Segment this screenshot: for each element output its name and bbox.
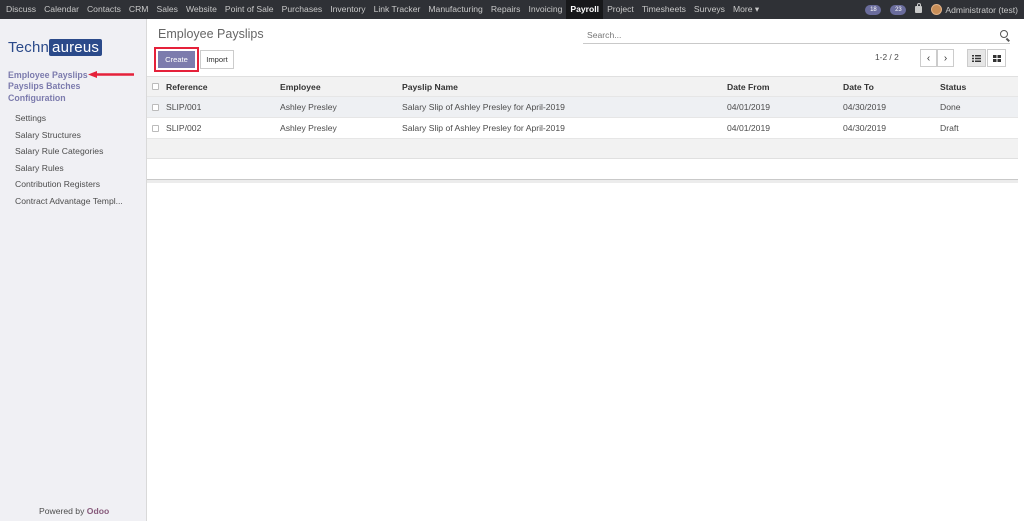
table-footer-shadow bbox=[147, 180, 1018, 183]
menu-item-timesheets[interactable]: Timesheets bbox=[638, 0, 690, 19]
row-select-cell bbox=[147, 103, 166, 111]
avatar bbox=[931, 4, 943, 15]
cell-reference: SLIP/002 bbox=[166, 123, 202, 133]
table-empty-row bbox=[147, 139, 1018, 159]
menu-item-payroll[interactable]: Payroll bbox=[566, 0, 604, 19]
cell-payslip-name: Salary Slip of Ashley Presley for April-… bbox=[402, 102, 565, 112]
column-header-reference[interactable]: Reference bbox=[166, 82, 280, 92]
cell-payslip-name: Salary Slip of Ashley Presley for April-… bbox=[402, 123, 565, 133]
pager-previous-button[interactable]: ‹ bbox=[920, 49, 937, 67]
menu-item-point-of-sale[interactable]: Point of Sale bbox=[221, 0, 278, 19]
sidebar-item-settings[interactable]: Settings bbox=[15, 110, 123, 127]
payslips-table: Reference Employee Payslip Name Date Fro… bbox=[147, 76, 1018, 183]
app-menu: Discuss Calendar Contacts CRM Sales Webs… bbox=[0, 0, 763, 19]
list-view-button[interactable] bbox=[967, 49, 986, 67]
chevron-right-icon: › bbox=[943, 52, 948, 64]
pager-value[interactable]: 1-2 / 2 bbox=[875, 52, 899, 62]
cell-employee: Ashley Presley bbox=[280, 123, 337, 133]
menu-item-surveys[interactable]: Surveys bbox=[690, 0, 729, 19]
powered-by: Powered by Odoo bbox=[39, 506, 109, 516]
select-all-checkbox[interactable] bbox=[152, 83, 159, 90]
pager-next-button[interactable]: › bbox=[937, 49, 954, 67]
sidebar-item-employee-payslips[interactable]: Employee Payslips bbox=[8, 70, 88, 81]
powered-by-text: Powered by bbox=[39, 506, 87, 516]
column-header-payslip-name[interactable]: Payslip Name bbox=[402, 82, 727, 92]
sidebar-item-contract-advantage-templates[interactable]: Contract Advantage Templ... bbox=[15, 193, 123, 210]
cell-status: Done bbox=[940, 102, 961, 112]
column-header-employee[interactable]: Employee bbox=[280, 82, 402, 92]
systray: 18 23 Administrator (test) bbox=[865, 0, 1018, 19]
menu-item-link-tracker[interactable]: Link Tracker bbox=[370, 0, 425, 19]
sidebar-item-salary-rule-categories[interactable]: Salary Rule Categories bbox=[15, 143, 123, 160]
cell-date-from: 04/01/2019 bbox=[727, 102, 771, 112]
menu-item-purchases[interactable]: Purchases bbox=[278, 0, 327, 19]
row-select-cell bbox=[147, 124, 166, 132]
sidebar-item-contribution-registers[interactable]: Contribution Registers bbox=[15, 176, 123, 193]
configuration-submenu: Settings Salary Structures Salary Rule C… bbox=[15, 110, 123, 210]
select-all-cell bbox=[147, 83, 166, 90]
menu-item-invoicing[interactable]: Invoicing bbox=[524, 0, 566, 19]
search-input[interactable] bbox=[583, 27, 963, 43]
chevron-left-icon: ‹ bbox=[926, 52, 931, 64]
sidebar-nav: Employee Payslips Payslips Batches Confi… bbox=[8, 70, 88, 104]
menu-item-repairs[interactable]: Repairs bbox=[487, 0, 525, 19]
menu-item-calendar[interactable]: Calendar bbox=[40, 0, 83, 19]
column-header-date-to[interactable]: Date To bbox=[843, 82, 940, 92]
row-checkbox[interactable] bbox=[152, 124, 159, 132]
kanban-icon bbox=[992, 54, 1001, 62]
menu-item-discuss[interactable]: Discuss bbox=[2, 0, 40, 19]
company-logo: Techn aureus bbox=[8, 37, 103, 57]
sidebar-item-salary-rules[interactable]: Salary Rules bbox=[15, 160, 123, 177]
cell-date-to: 04/30/2019 bbox=[843, 102, 887, 112]
page-title: Employee Payslips bbox=[158, 27, 264, 41]
table-empty-row bbox=[147, 159, 1018, 179]
cell-date-to: 04/30/2019 bbox=[843, 123, 887, 133]
table-header: Reference Employee Payslip Name Date Fro… bbox=[147, 76, 1018, 97]
sidebar-section-configuration[interactable]: Configuration bbox=[8, 92, 88, 104]
activities-badge[interactable]: 23 bbox=[890, 4, 907, 15]
cell-date-from: 04/01/2019 bbox=[727, 123, 771, 133]
lock-icon[interactable] bbox=[915, 3, 923, 13]
cell-status: Draft bbox=[940, 123, 959, 133]
search-icon[interactable] bbox=[1000, 30, 1008, 38]
sidebar: Techn aureus Employee Payslips Payslips B… bbox=[0, 19, 147, 521]
column-header-status[interactable]: Status bbox=[940, 82, 1018, 92]
menu-item-manufacturing[interactable]: Manufacturing bbox=[424, 0, 486, 19]
cell-employee: Ashley Presley bbox=[280, 102, 337, 112]
create-button[interactable]: Create bbox=[158, 51, 195, 68]
kanban-view-button[interactable] bbox=[987, 49, 1006, 67]
user-name: Administrator (test) bbox=[945, 4, 1018, 15]
search-bar bbox=[583, 27, 1010, 44]
annotation-arrow-icon bbox=[88, 71, 134, 78]
sidebar-item-salary-structures[interactable]: Salary Structures bbox=[15, 127, 123, 144]
menu-item-crm[interactable]: CRM bbox=[125, 0, 153, 19]
menu-item-contacts[interactable]: Contacts bbox=[83, 0, 125, 19]
menu-item-project[interactable]: Project bbox=[603, 0, 638, 19]
column-header-date-from[interactable]: Date From bbox=[727, 82, 843, 92]
import-button[interactable]: Import bbox=[200, 50, 234, 69]
list-icon bbox=[972, 54, 981, 62]
menu-item-inventory[interactable]: Inventory bbox=[326, 0, 369, 19]
table-row[interactable]: SLIP/001 Ashley Presley Salary Slip of A… bbox=[147, 97, 1018, 118]
user-menu[interactable]: Administrator (test) bbox=[931, 4, 1018, 15]
menu-item-sales[interactable]: Sales bbox=[152, 0, 182, 19]
logo-text-part1: Techn bbox=[8, 38, 50, 56]
cell-reference: SLIP/001 bbox=[166, 102, 202, 112]
sidebar-item-payslips-batches[interactable]: Payslips Batches bbox=[8, 81, 88, 92]
menu-item-website[interactable]: Website bbox=[182, 0, 221, 19]
create-button-highlight: Create bbox=[154, 47, 199, 72]
logo-text-part2: aureus bbox=[49, 38, 103, 56]
table-row[interactable]: SLIP/002 Ashley Presley Salary Slip of A… bbox=[147, 118, 1018, 139]
menu-item-more[interactable]: More ▾ bbox=[729, 0, 763, 19]
row-checkbox[interactable] bbox=[152, 103, 159, 111]
top-menu-bar: Discuss Calendar Contacts CRM Sales Webs… bbox=[0, 0, 1024, 19]
odoo-link[interactable]: Odoo bbox=[87, 506, 109, 516]
messages-badge[interactable]: 18 bbox=[865, 4, 882, 15]
